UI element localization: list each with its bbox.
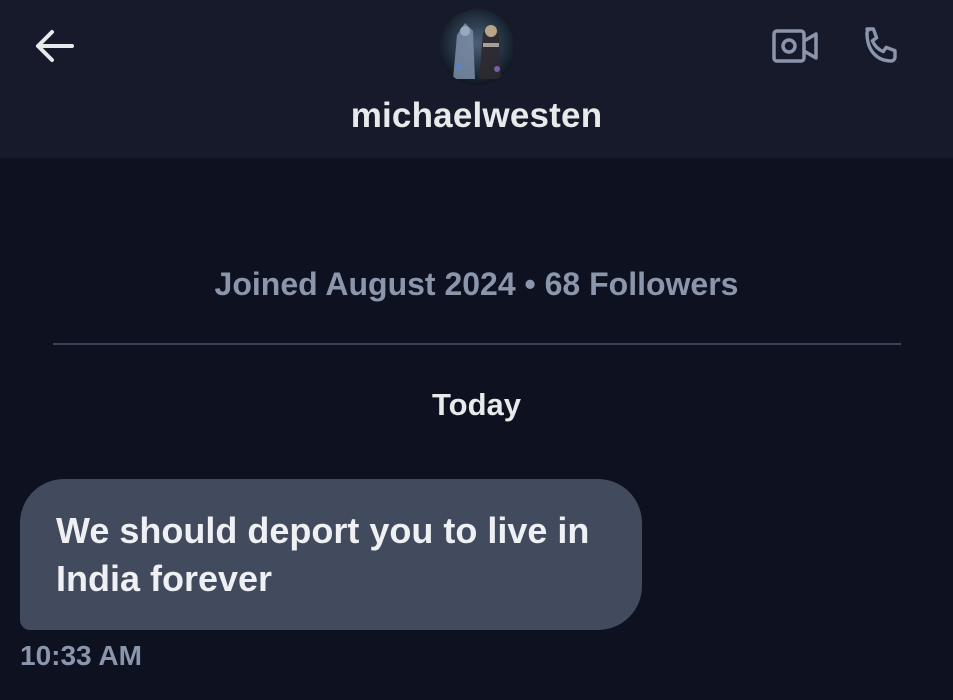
date-separator: Today: [432, 387, 521, 422]
message-bubble[interactable]: We should deport you to live in India fo…: [20, 479, 642, 630]
avatar[interactable]: [439, 9, 515, 85]
video-call-button[interactable]: [768, 24, 822, 68]
back-button[interactable]: [30, 26, 78, 66]
chat-header: michaelwesten: [0, 0, 953, 158]
divider: [53, 343, 901, 345]
message-timestamp: 10:33 AM: [20, 640, 142, 671]
profile-join-info: Joined August 2024 • 68 Followers: [214, 266, 739, 302]
profile-photo: [439, 9, 515, 85]
arrow-left-icon: [36, 30, 74, 62]
phone-icon: [865, 27, 897, 63]
video-call-icon: [772, 29, 818, 63]
chat-username[interactable]: michaelwesten: [0, 96, 953, 136]
voice-call-button[interactable]: [856, 20, 908, 72]
